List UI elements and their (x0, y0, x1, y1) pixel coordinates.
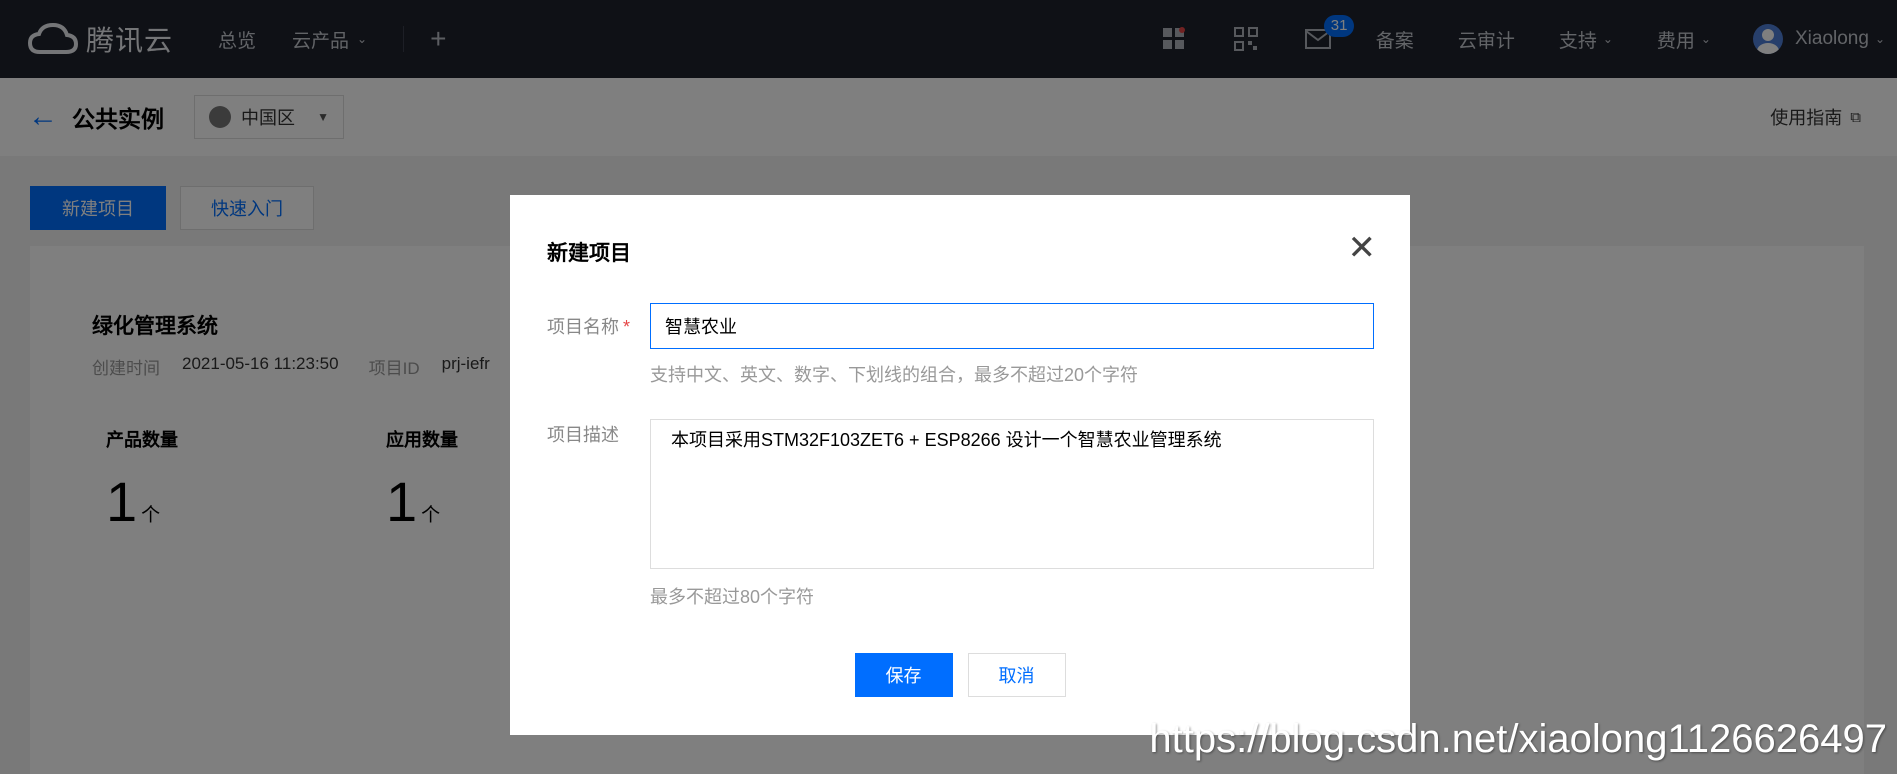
project-name-hint: 支持中文、英文、数字、下划线的组合，最多不超过20个字符 (650, 365, 1139, 385)
project-desc-hint: 最多不超过80个字符 (650, 587, 815, 607)
save-button[interactable]: 保存 (854, 653, 953, 697)
dialog-title: 新建项目 (547, 242, 631, 265)
watermark-url: https://blog.csdn.net/xiaolong1126626497 (1149, 717, 1887, 761)
required-marker: * (623, 317, 631, 337)
close-icon[interactable]: ✕ (1348, 231, 1377, 265)
project-name-label: 项目名称 * (547, 313, 630, 339)
project-desc-textarea[interactable]: 本项目采用STM32F103ZET6 + ESP8266 设计一个智慧农业管理系… (650, 419, 1374, 569)
project-name-input[interactable] (650, 303, 1374, 349)
project-desc-label: 项目描述 (547, 425, 619, 445)
new-project-dialog: 新建项目 ✕ 项目名称* 支持中文、英文、数字、下划线的组合，最多不超过20个字… (510, 195, 1410, 735)
project-name-label-text: 项目名称 (547, 317, 619, 337)
cancel-button[interactable]: 取消 (967, 653, 1066, 697)
dialog-footer: 保存 取消 (510, 653, 1410, 697)
